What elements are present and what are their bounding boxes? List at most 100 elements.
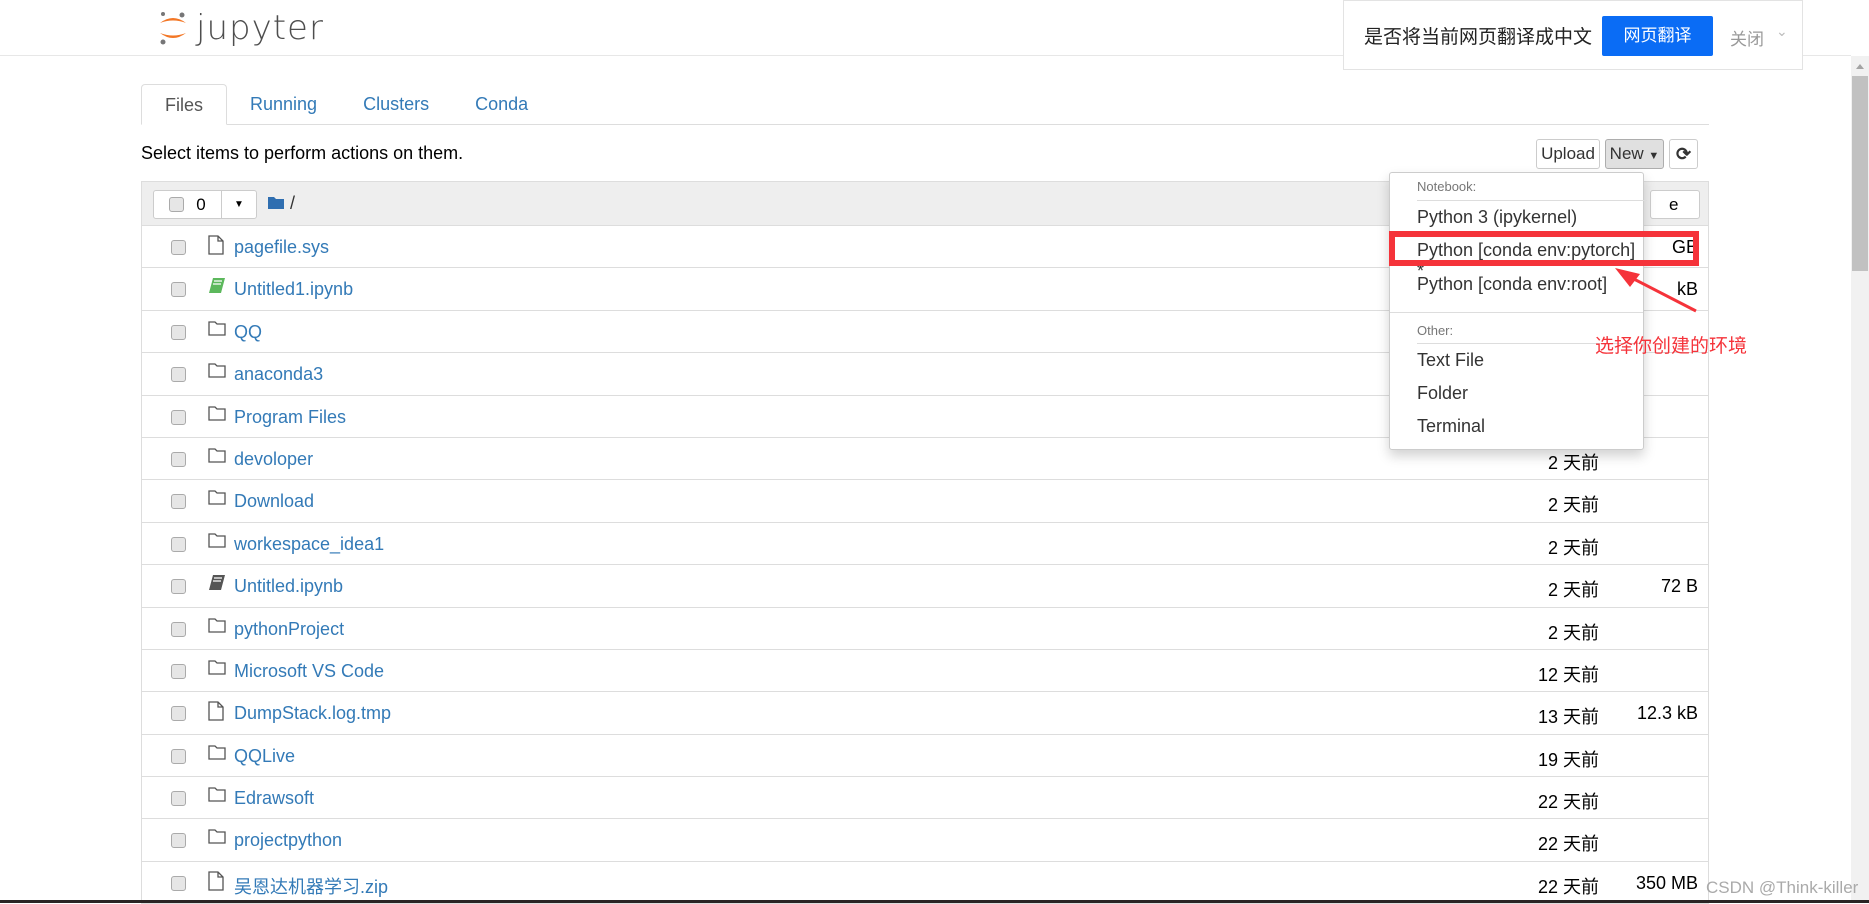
select-all-control[interactable]: 0 ▼ bbox=[153, 190, 257, 219]
row-checkbox[interactable] bbox=[171, 663, 186, 679]
file-name-link[interactable]: workespace_idea1 bbox=[234, 534, 384, 555]
caret-down-icon: ▼ bbox=[1648, 150, 1660, 162]
row-checkbox[interactable] bbox=[171, 282, 186, 298]
breadcrumb-root[interactable]: / bbox=[290, 193, 295, 214]
row-checkbox[interactable] bbox=[171, 451, 186, 467]
file-name-link[interactable]: anaconda3 bbox=[234, 364, 323, 385]
modified-time: 12 天前 bbox=[1537, 664, 1599, 685]
watermark: CSDN @Think-killer bbox=[1706, 878, 1859, 897]
folder-icon bbox=[208, 320, 226, 341]
file-name-link[interactable]: Edrawsoft bbox=[234, 788, 314, 809]
file-name-link[interactable]: pythonProject bbox=[234, 619, 344, 640]
folder-icon bbox=[208, 828, 226, 849]
file-row[interactable]: workespace_idea1 2 天前 bbox=[142, 523, 1708, 566]
divider bbox=[1417, 200, 1647, 201]
modified-time: 22 天前 bbox=[1537, 834, 1599, 855]
file-row[interactable]: projectpython 22 天前 bbox=[142, 819, 1708, 862]
refresh-button[interactable]: ⟳ bbox=[1669, 139, 1698, 169]
select-all-checkbox[interactable] bbox=[169, 197, 185, 212]
tab-files[interactable]: Files bbox=[141, 84, 228, 125]
file-row[interactable]: pythonProject 2 天前 bbox=[142, 608, 1708, 650]
notebook-icon bbox=[208, 574, 226, 597]
tab-conda[interactable]: Conda bbox=[452, 84, 551, 125]
vertical-scrollbar[interactable] bbox=[1851, 56, 1869, 903]
translate-button[interactable]: 网页翻译 bbox=[1602, 16, 1713, 56]
file-size: 350 MB bbox=[1635, 872, 1698, 893]
sort-size-button[interactable]: e bbox=[1650, 190, 1700, 219]
menu-item-text-file[interactable]: Text File bbox=[1417, 350, 1484, 371]
file-name-link[interactable]: pagefile.sys bbox=[234, 237, 329, 258]
file-name-link[interactable]: devoloper bbox=[234, 449, 313, 470]
tab-running[interactable]: Running bbox=[227, 84, 340, 125]
select-menu-caret-icon[interactable]: ▼ bbox=[222, 191, 256, 218]
row-checkbox[interactable] bbox=[171, 791, 186, 807]
row-checkbox[interactable] bbox=[171, 748, 186, 764]
modified-time: 19 天前 bbox=[1537, 749, 1599, 770]
other-section-header: Other: bbox=[1417, 323, 1454, 338]
file-name-link[interactable]: QQLive bbox=[234, 746, 295, 767]
file-name-link[interactable]: Download bbox=[234, 491, 314, 512]
folder-icon bbox=[208, 659, 226, 680]
new-label: New bbox=[1609, 144, 1644, 163]
file-row[interactable]: 吴恩达机器学习.zip 22 天前 350 MB bbox=[142, 862, 1708, 904]
tab-clusters[interactable]: Clusters bbox=[340, 84, 452, 125]
file-name-link[interactable]: Untitled1.ipynb bbox=[234, 279, 353, 300]
folder-icon bbox=[208, 617, 226, 638]
row-checkbox[interactable] bbox=[171, 621, 186, 637]
file-row[interactable]: DumpStack.log.tmp 13 天前 12.3 kB bbox=[142, 692, 1708, 735]
chevron-down-icon[interactable]: ⌄ bbox=[1776, 23, 1788, 40]
jupyter-logo-icon bbox=[160, 12, 186, 45]
file-name-link[interactable]: Program Files bbox=[234, 407, 346, 428]
menu-item-terminal[interactable]: Terminal bbox=[1417, 416, 1485, 437]
row-checkbox[interactable] bbox=[171, 494, 186, 510]
folder-icon bbox=[208, 744, 226, 765]
upload-button[interactable]: Upload bbox=[1536, 139, 1600, 169]
row-checkbox[interactable] bbox=[171, 409, 186, 425]
folder-icon bbox=[208, 532, 226, 553]
folder-icon bbox=[268, 197, 284, 209]
file-name-link[interactable]: 吴恩达机器学习.zip bbox=[234, 873, 388, 899]
refresh-icon: ⟳ bbox=[1675, 144, 1692, 164]
file-name-link[interactable]: QQ bbox=[234, 322, 262, 343]
file-row[interactable]: Edrawsoft 22 天前 bbox=[142, 777, 1708, 820]
scroll-up-icon[interactable] bbox=[1856, 64, 1864, 69]
row-checkbox[interactable] bbox=[171, 240, 186, 255]
file-size: 12.3 kB bbox=[1636, 703, 1698, 724]
file-name-link[interactable]: DumpStack.log.tmp bbox=[234, 703, 391, 724]
row-checkbox[interactable] bbox=[171, 706, 186, 722]
menu-item-conda-root[interactable]: Python [conda env:root] bbox=[1417, 274, 1607, 295]
menu-item-python3[interactable]: Python 3 (ipykernel) bbox=[1417, 207, 1577, 228]
row-checkbox[interactable] bbox=[171, 579, 186, 595]
file-name-link[interactable]: projectpython bbox=[234, 830, 342, 851]
notebook-section-header: Notebook: bbox=[1417, 179, 1477, 194]
translate-popup: 是否将当前网页翻译成中文 网页翻译 关闭 ⌄ bbox=[1343, 0, 1803, 70]
notebook-icon bbox=[208, 277, 226, 300]
file-name-link[interactable]: Microsoft VS Code bbox=[234, 661, 384, 682]
modified-time: 22 天前 bbox=[1537, 876, 1599, 897]
file-row[interactable]: Microsoft VS Code 12 天前 bbox=[142, 650, 1708, 693]
folder-icon bbox=[208, 405, 226, 426]
row-checkbox[interactable] bbox=[171, 367, 186, 383]
row-checkbox[interactable] bbox=[171, 324, 186, 340]
file-name-link[interactable]: Untitled.ipynb bbox=[234, 576, 343, 597]
folder-icon bbox=[208, 447, 226, 468]
row-checkbox[interactable] bbox=[171, 833, 186, 849]
scrollbar-thumb[interactable] bbox=[1852, 76, 1868, 271]
selected-count: 0 bbox=[196, 194, 206, 214]
file-row[interactable]: Download 2 天前 bbox=[142, 480, 1708, 523]
modified-time: 2 天前 bbox=[1547, 622, 1599, 643]
modified-time: 2 天前 bbox=[1547, 495, 1599, 516]
row-checkbox[interactable] bbox=[171, 875, 186, 891]
annotation-text: 选择你创建的环境 bbox=[1595, 336, 1748, 357]
new-button[interactable]: New ▼ bbox=[1605, 139, 1664, 169]
row-checkbox[interactable] bbox=[171, 536, 186, 552]
close-translate-button[interactable]: 关闭 bbox=[1730, 25, 1764, 50]
jupyter-logo[interactable]: jupyter bbox=[158, 8, 324, 48]
file-icon bbox=[208, 701, 224, 726]
menu-item-folder[interactable]: Folder bbox=[1417, 383, 1468, 404]
file-icon bbox=[208, 871, 224, 896]
file-row[interactable]: Untitled.ipynb 2 天前 72 B bbox=[142, 565, 1708, 608]
folder-icon bbox=[208, 786, 226, 807]
modified-time: 22 天前 bbox=[1537, 792, 1599, 813]
file-row[interactable]: QQLive 19 天前 bbox=[142, 735, 1708, 778]
